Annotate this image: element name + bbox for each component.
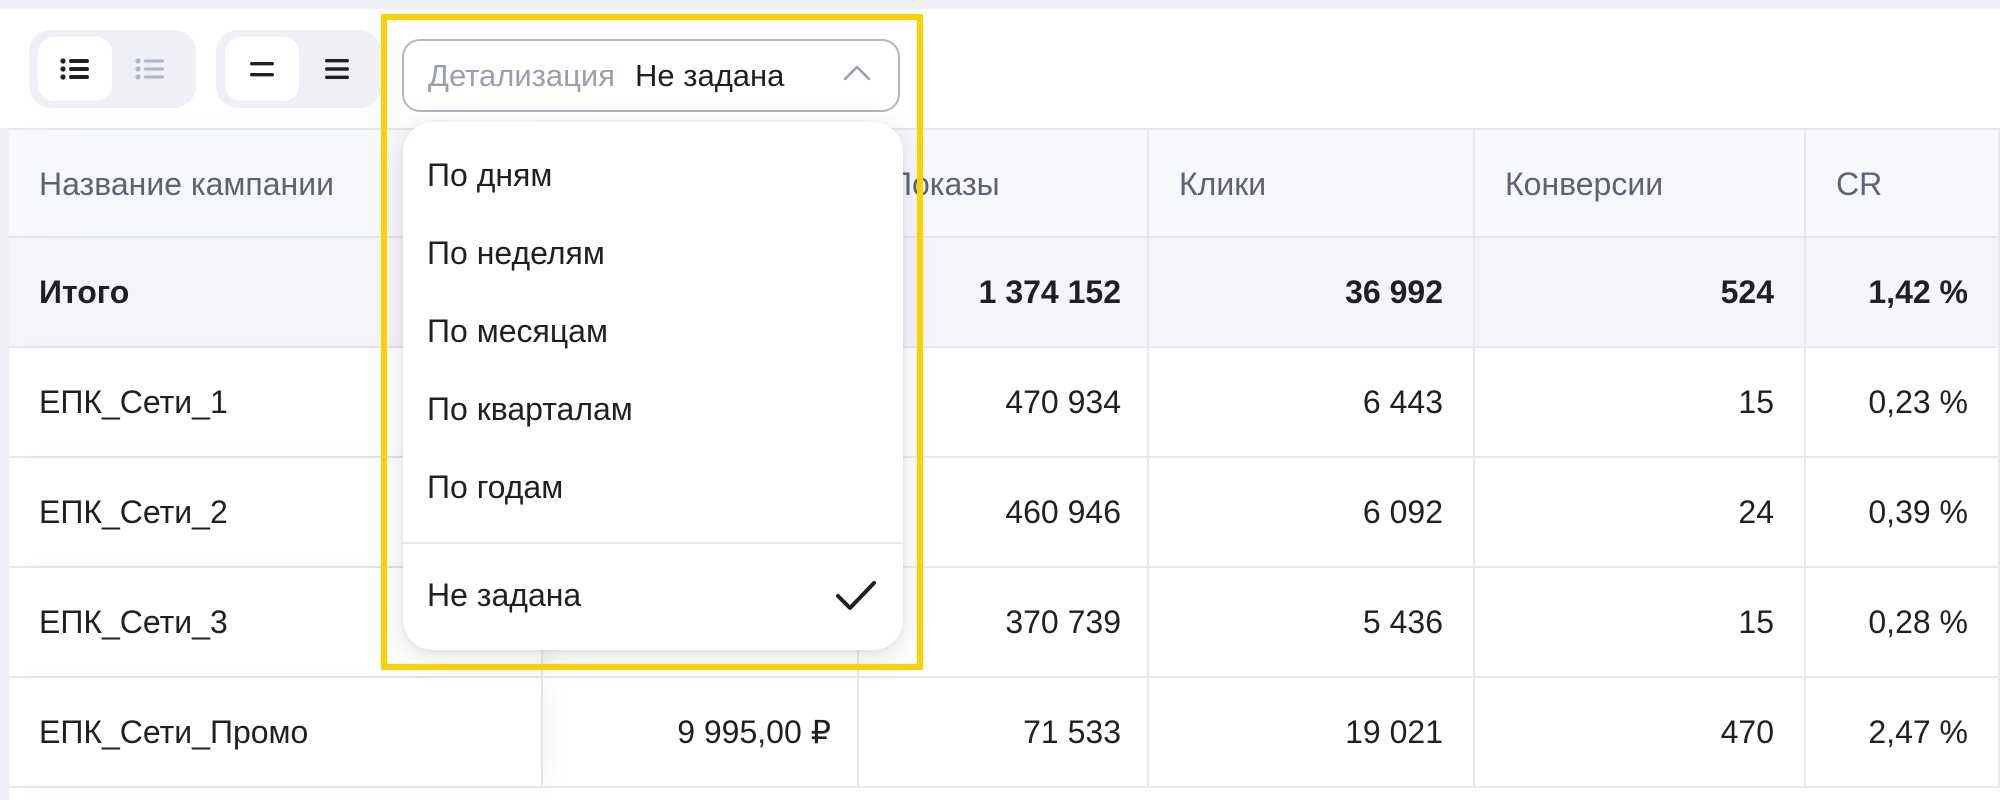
compact-rows-button[interactable] [225, 37, 299, 101]
comfortable-rows-icon [325, 59, 349, 79]
campaign-clicks: 5 436 [1149, 568, 1475, 676]
campaign-conversions: 15 [1475, 568, 1806, 676]
menu-item-by-year[interactable]: По годам [403, 448, 903, 526]
campaign-cr: 2,47 % [1806, 678, 2000, 786]
campaign-conversions: 470 [1475, 678, 1806, 786]
list-light-view-button[interactable] [113, 37, 187, 101]
total-conversions: 524 [1475, 238, 1806, 346]
detail-dropdown-value: Не задана [635, 57, 785, 93]
table-total-row: Итого 1 374 152 36 992 524 1,42 % [9, 238, 2000, 348]
detail-dropdown-menu: По дням По неделям По месяцам По квартал… [403, 122, 903, 650]
menu-item-by-quarter[interactable]: По кварталам [403, 370, 903, 448]
menu-item-by-day[interactable]: По дням [403, 136, 903, 214]
row-density-toggle [216, 30, 381, 108]
campaign-clicks: 6 092 [1149, 458, 1475, 566]
total-cr: 1,42 % [1806, 238, 2000, 346]
campaign-impressions: 71 533 [859, 678, 1149, 786]
comfortable-rows-button[interactable] [300, 37, 374, 101]
menu-divider [403, 542, 903, 544]
menu-item-not-set[interactable]: Не задана [403, 556, 903, 634]
campaign-table: Название кампании Показы Клики Конверсии… [9, 128, 2000, 788]
menu-item-not-set-label: Не задана [427, 576, 582, 613]
compact-rows-icon [250, 62, 274, 77]
header-conversions[interactable]: Конверсии [1475, 130, 1806, 238]
toolbar: Детализация Не задана [0, 9, 2000, 128]
campaign-conversions: 24 [1475, 458, 1806, 566]
table-row[interactable]: ЕПК_Сети_Промо 9 995,00 ₽ 71 533 19 021 … [9, 678, 2000, 788]
campaign-cr: 0,23 % [1806, 348, 2000, 456]
detail-dropdown-label: Детализация [428, 57, 616, 93]
table-header-row: Название кампании Показы Клики Конверсии… [9, 128, 2000, 238]
total-clicks: 36 992 [1149, 238, 1475, 346]
chevron-up-icon [843, 65, 871, 81]
campaign-clicks: 6 443 [1149, 348, 1475, 456]
campaign-cr: 0,39 % [1806, 458, 2000, 566]
campaign-cost: 9 995,00 ₽ [543, 678, 859, 786]
header-cr[interactable]: CR [1806, 130, 2000, 238]
table-row[interactable]: ЕПК_Сети_2 460 946 6 092 24 0,39 % [9, 458, 2000, 568]
campaign-clicks: 19 021 [1149, 678, 1475, 786]
list-view-button[interactable] [38, 37, 112, 101]
check-icon [836, 581, 876, 610]
table-row[interactable]: ЕПК_Сети_1 470 934 6 443 15 0,23 % [9, 348, 2000, 458]
detail-dropdown[interactable]: Детализация Не задана [402, 39, 900, 112]
campaign-conversions: 15 [1475, 348, 1806, 456]
list-light-icon [135, 58, 164, 80]
campaign-name[interactable]: ЕПК_Сети_Промо [9, 678, 543, 786]
top-band [0, 0, 2000, 9]
menu-item-by-month[interactable]: По месяцам [403, 292, 903, 370]
menu-item-by-week[interactable]: По неделям [403, 214, 903, 292]
list-icon [60, 58, 89, 80]
table-row[interactable]: ЕПК_Сети_3 370 739 5 436 15 0,28 % [9, 568, 2000, 678]
header-clicks[interactable]: Клики [1149, 130, 1475, 238]
campaign-cr: 0,28 % [1806, 568, 2000, 676]
view-mode-toggle [29, 30, 196, 108]
